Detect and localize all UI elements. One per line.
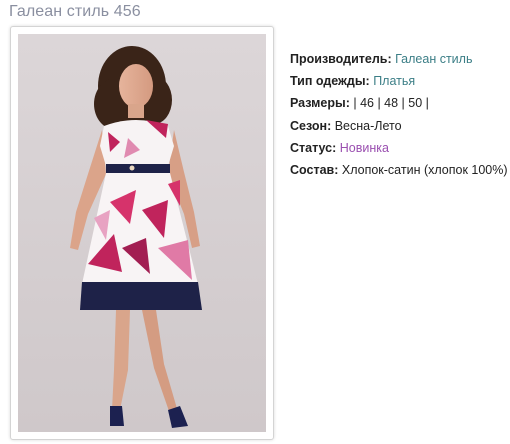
manufacturer-label: Производитель: [290, 52, 392, 66]
sizes-value: | 46 | 48 | 50 | [353, 96, 429, 111]
season-label: Сезон: [290, 118, 332, 133]
type-label: Тип одежды: [290, 74, 370, 89]
status-link[interactable]: Новинка [340, 141, 389, 155]
product-image-frame[interactable] [10, 26, 274, 440]
status-label: Статус: [290, 140, 337, 155]
product-photo[interactable] [18, 34, 266, 432]
season-value: Весна-Лето [334, 118, 402, 133]
type-link[interactable]: Платья [373, 74, 415, 88]
product-title: Галеан стиль 456 [9, 3, 141, 20]
composition-value: Хлопок-сатин (хлопок 100%) [341, 163, 508, 178]
property-season: Сезон: Весна-Лето [290, 115, 508, 137]
manufacturer-link[interactable]: Галеан стиль [395, 52, 472, 66]
property-status: Статус: Новинка [290, 137, 508, 159]
product-properties: Производитель: Галеан стиль Тип одежды: … [290, 48, 508, 181]
composition-label: Состав: [290, 163, 339, 178]
property-type: Тип одежды: Платья [290, 70, 508, 92]
property-manufacturer: Производитель: Галеан стиль [290, 48, 508, 70]
sizes-label: Размеры: [290, 96, 350, 111]
property-sizes: Размеры: | 46 | 48 | 50 | [290, 92, 508, 114]
property-composition: Состав: Хлопок-сатин (хлопок 100%) [290, 159, 508, 181]
